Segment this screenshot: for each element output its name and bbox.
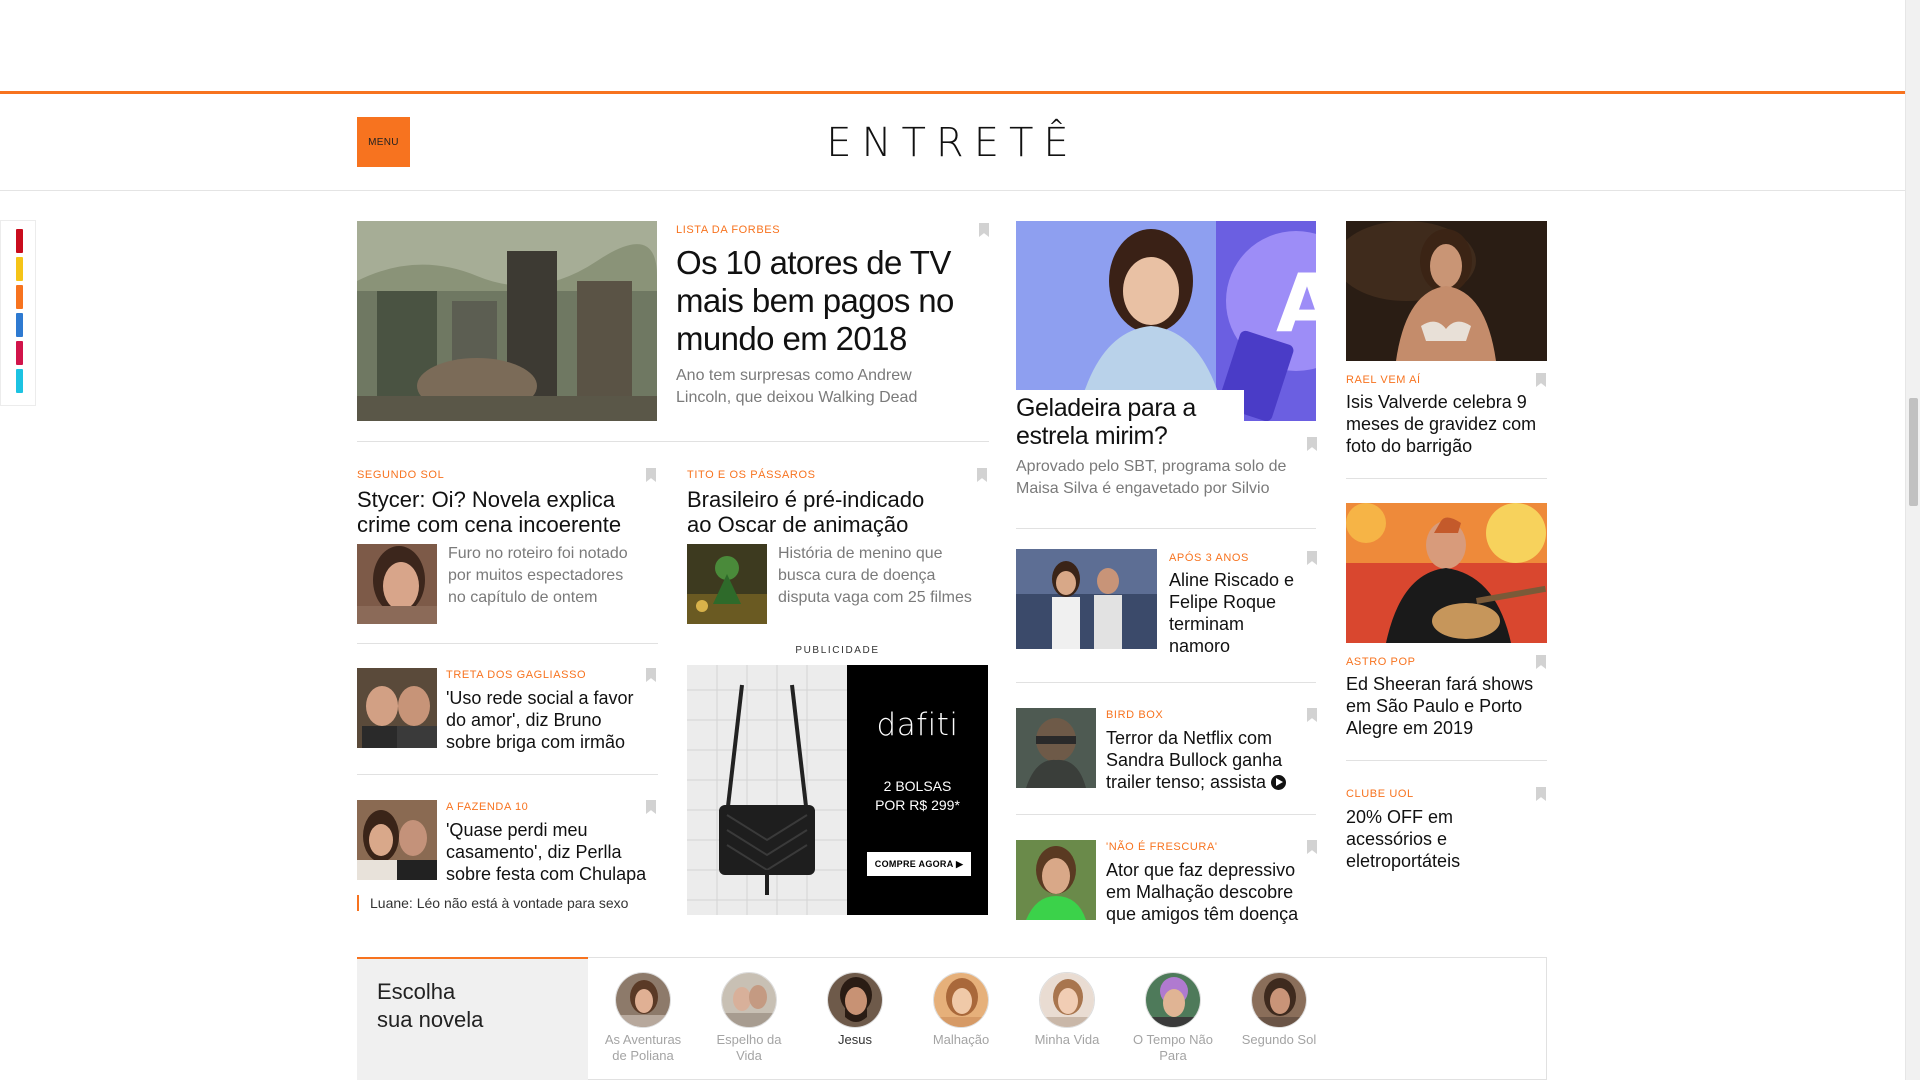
divider xyxy=(1016,814,1316,815)
bookmark-icon[interactable] xyxy=(646,468,656,482)
divider xyxy=(1016,528,1316,529)
share-icon-2[interactable] xyxy=(16,257,23,281)
avatar xyxy=(933,972,989,1028)
ed-tag: ASTRO POP xyxy=(1346,656,1416,668)
maisa-subtitle: Aprovado pelo SBT, programa solo de Mais… xyxy=(1016,458,1287,497)
tito-tag: TITO E OS PÁSSAROS xyxy=(687,469,816,481)
stycer-subtitle: Furo no roteiro foi notado por muitos es… xyxy=(448,545,628,606)
site-header: MENU ENTRETÊ xyxy=(0,91,1905,191)
ad-panel: dafiti 2 BOLSAS POR R$ 299* COMPRE AGORA… xyxy=(847,665,988,915)
share-icon-3[interactable] xyxy=(16,285,23,309)
novela-item-espelho-da-vida[interactable]: Espelho da Vida xyxy=(696,972,802,1064)
ad-offer: 2 BOLSAS xyxy=(883,778,952,794)
novela-selector: Escolha sua novela As Aventuras de Polian… xyxy=(357,957,1547,1080)
bookmark-icon[interactable] xyxy=(1536,655,1546,669)
featured-image[interactable] xyxy=(357,221,657,421)
bookmark-icon[interactable] xyxy=(1307,551,1317,565)
clube-tag: CLUBE UOL xyxy=(1346,788,1414,800)
novela-item-poliana[interactable]: As Aventuras de Poliana xyxy=(590,972,696,1064)
birdbox-headline[interactable]: Terror da Netflix com Sandra Bullock gan… xyxy=(1106,727,1316,793)
novela-item-malhacao[interactable]: Malhação xyxy=(908,972,1014,1048)
aline-headline[interactable]: Aline Riscado e Felipe Roque terminam na… xyxy=(1169,569,1319,657)
ed-sheeran-image[interactable] xyxy=(1346,503,1547,643)
novela-item-o-tempo-nao-para[interactable]: O Tempo Não Para xyxy=(1120,972,1226,1064)
divider xyxy=(1346,478,1547,479)
bookmark-icon[interactable] xyxy=(1307,708,1317,722)
novela-selector-title: Escolha sua novela xyxy=(357,957,588,1080)
maisa-headline[interactable]: Geladeira para a estrela mirim? xyxy=(1016,394,1256,450)
perlla-tag: A FAZENDA 10 xyxy=(446,801,529,813)
bookmark-icon[interactable] xyxy=(1536,787,1546,801)
svg-text:A: A xyxy=(1276,257,1316,350)
frescura-tag: 'NÃO É FRESCURA' xyxy=(1106,841,1218,853)
aline-tag: APÓS 3 ANOS xyxy=(1169,552,1249,564)
top-banner-area xyxy=(0,0,1905,92)
featured-tag: LISTA DA FORBES xyxy=(676,224,781,236)
birdbox-tag: BIRD BOX xyxy=(1106,709,1164,721)
ad-brand-logo: dafiti xyxy=(876,707,959,743)
bookmark-icon[interactable] xyxy=(646,668,656,682)
gagliasso-tag: TRETA DOS GAGLIASSO xyxy=(446,669,587,681)
bookmark-icon[interactable] xyxy=(646,800,656,814)
bookmark-icon[interactable] xyxy=(1307,840,1317,854)
avatar xyxy=(1039,972,1095,1028)
divider xyxy=(357,441,989,442)
related-link[interactable]: Luane: Léo não está à vontade para sexo xyxy=(357,895,628,911)
share-icon-6[interactable] xyxy=(16,369,23,393)
isis-headline[interactable]: Isis Valverde celebra 9 meses de gravide… xyxy=(1346,391,1551,457)
site-logo[interactable]: ENTRETÊ xyxy=(0,120,1905,166)
divider xyxy=(1346,760,1547,761)
featured-subtitle: Ano tem surpresas como Andrew Lincoln, q… xyxy=(676,367,918,406)
share-icon-5[interactable] xyxy=(16,341,23,365)
share-bar xyxy=(0,220,36,406)
ad-banner[interactable]: dafiti 2 BOLSAS POR R$ 299* COMPRE AGORA… xyxy=(687,665,988,915)
tito-headline[interactable]: Brasileiro é pré-indicado ao Oscar de an… xyxy=(687,487,1007,537)
stycer-thumb[interactable] xyxy=(357,544,437,624)
frescura-headline[interactable]: Ator que faz depressivo em Malhação desc… xyxy=(1106,859,1316,925)
play-icon xyxy=(1271,775,1287,790)
clube-headline[interactable]: 20% OFF em acessórios e eletroportáteis xyxy=(1346,806,1551,872)
tito-subtitle: História de menino que busca cura de doe… xyxy=(778,545,972,606)
ad-product-image xyxy=(687,665,847,915)
birdbox-thumb[interactable] xyxy=(1016,708,1096,788)
novela-item-jesus[interactable]: Jesus xyxy=(802,972,908,1048)
avatar xyxy=(1145,972,1201,1028)
avatar xyxy=(721,972,777,1028)
page-scrollbar[interactable] xyxy=(1905,0,1920,1080)
gagliasso-thumb[interactable] xyxy=(357,668,437,748)
aline-thumb[interactable] xyxy=(1016,549,1157,649)
frescura-thumb[interactable] xyxy=(1016,840,1096,920)
gagliasso-headline[interactable]: 'Uso rede social a favor do amor', diz B… xyxy=(446,687,661,753)
isis-image[interactable] xyxy=(1346,221,1547,361)
divider xyxy=(357,774,658,775)
perlla-thumb[interactable] xyxy=(357,800,437,880)
bookmark-icon[interactable] xyxy=(979,223,989,237)
bookmark-icon[interactable] xyxy=(1307,437,1317,451)
featured-headline[interactable]: Os 10 atores de TV mais bem pagos no mun… xyxy=(676,244,996,358)
share-icon-1[interactable] xyxy=(16,229,23,253)
ad-cta-button[interactable]: COMPRE AGORA ▶ xyxy=(867,852,971,876)
avatar xyxy=(615,972,671,1028)
novela-item-minha-vida[interactable]: Minha Vida xyxy=(1014,972,1120,1048)
ad-label: PUBLICIDADE xyxy=(795,645,880,656)
avatar xyxy=(1251,972,1307,1028)
perlla-headline[interactable]: 'Quase perdi meu casamento', diz Perlla … xyxy=(446,819,666,885)
share-icon-4[interactable] xyxy=(16,313,23,337)
stycer-headline[interactable]: Stycer: Oi? Novela explica crime com cen… xyxy=(357,487,677,537)
bookmark-icon[interactable] xyxy=(1536,373,1546,387)
scrollbar-thumb[interactable] xyxy=(1909,398,1918,506)
ed-headline[interactable]: Ed Sheeran fará shows em São Paulo e Por… xyxy=(1346,673,1551,739)
novela-item-segundo-sol[interactable]: Segundo Sol xyxy=(1226,972,1332,1048)
avatar xyxy=(827,972,883,1028)
tito-thumb[interactable] xyxy=(687,544,767,624)
bookmark-icon[interactable] xyxy=(977,468,987,482)
ad-offer-price: POR R$ 299* xyxy=(875,797,960,813)
isis-tag: RAEL VEM AÍ xyxy=(1346,374,1421,386)
divider xyxy=(357,643,658,644)
stycer-tag: SEGUNDO SOL xyxy=(357,469,445,481)
divider xyxy=(1016,682,1316,683)
